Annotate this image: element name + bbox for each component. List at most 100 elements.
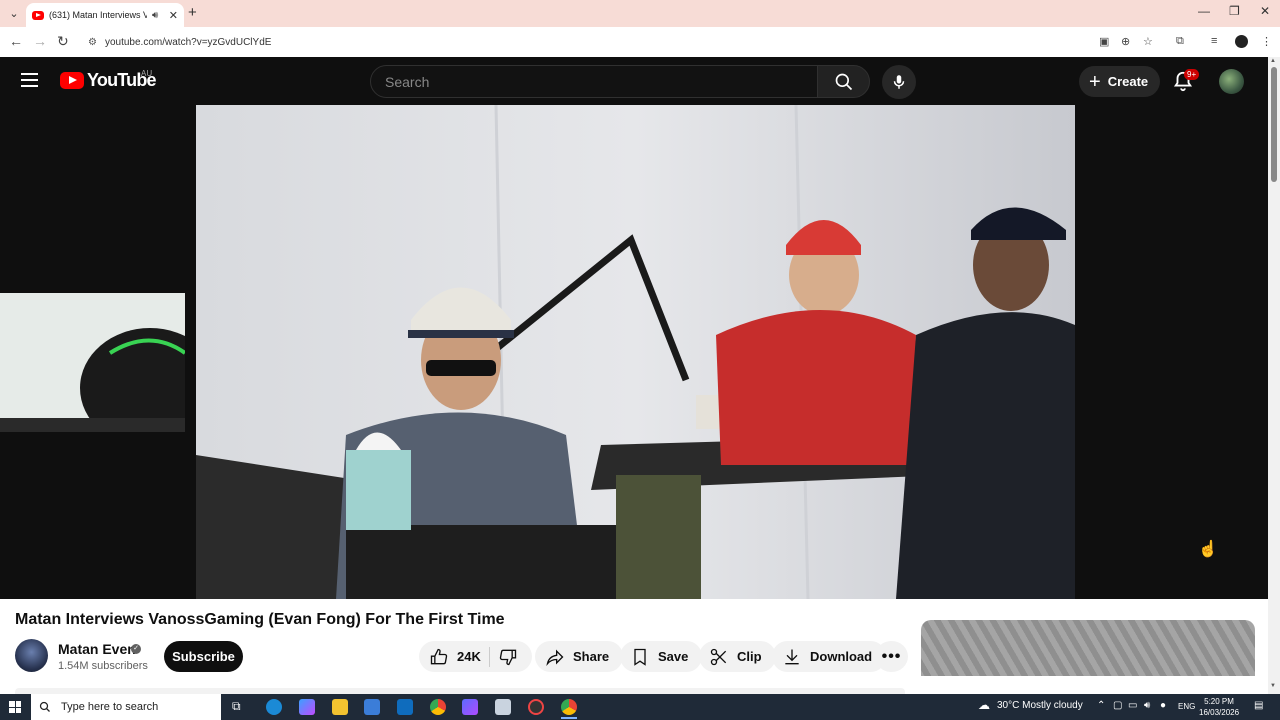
hand-cursor-icon: ☝ xyxy=(1198,541,1218,558)
share-button[interactable]: Share xyxy=(535,641,624,672)
scroll-down-arrow-icon[interactable]: ▼ xyxy=(1270,683,1276,689)
zoom-icon[interactable]: ⊕ xyxy=(1121,35,1130,48)
app-icon-grey[interactable] xyxy=(495,699,511,715)
page-scrollbar[interactable]: ▲ ▼ xyxy=(1268,57,1280,694)
clock-date: 16/03/2026 xyxy=(1199,708,1240,717)
video-title: Matan Interviews VanossGaming (Evan Fong… xyxy=(15,611,505,628)
download-label: Download xyxy=(810,649,873,664)
save-label: Save xyxy=(658,649,689,664)
youtube-page: YouTube AU + Create 9+ xyxy=(0,57,1280,694)
tray-chevron-icon[interactable]: ⌃ xyxy=(1097,700,1105,711)
window-close-button[interactable]: ✕ xyxy=(1260,4,1270,18)
app-icon-purple[interactable] xyxy=(462,699,478,715)
notifications-badge: 9+ xyxy=(1184,69,1200,80)
scrollbar-thumb[interactable] xyxy=(1271,67,1277,182)
taskbar-search-box[interactable]: Type here to search xyxy=(31,694,221,720)
weather-text[interactable]: 30°C Mostly cloudy xyxy=(997,700,1083,711)
clip-label: Clip xyxy=(737,649,762,664)
clip-button[interactable]: Clip xyxy=(699,641,776,672)
more-actions-button[interactable]: ••• xyxy=(875,641,908,672)
account-avatar[interactable] xyxy=(1219,69,1244,94)
windows-taskbar: Type here to search ⧉ ☁ 30°C Mostly clou… xyxy=(0,694,1280,720)
sidebar-thumbnail-caption xyxy=(921,676,1255,694)
voice-search-button[interactable] xyxy=(882,65,916,99)
like-count[interactable]: 24K xyxy=(457,649,481,664)
webcam-image xyxy=(0,293,185,432)
edge-browser-icon[interactable] xyxy=(266,699,282,715)
taskbar-search-icon xyxy=(39,701,50,712)
dislike-thumbs-down-icon[interactable] xyxy=(498,647,518,667)
chrome-icon[interactable] xyxy=(430,699,446,715)
save-button[interactable]: Save xyxy=(620,641,703,672)
subscribe-button[interactable]: Subscribe xyxy=(164,641,243,672)
scroll-up-arrow-icon[interactable]: ▲ xyxy=(1270,58,1276,64)
video-player[interactable] xyxy=(196,105,1075,599)
tab-search-chevron-icon[interactable]: ⌄ xyxy=(6,6,22,22)
download-icon xyxy=(785,649,799,664)
subscriber-count: 1.54M subscribers xyxy=(58,660,148,672)
taskbar-clock[interactable]: 5:20 PM 16/03/2026 xyxy=(1199,696,1239,718)
language-indicator[interactable]: ENG xyxy=(1178,702,1195,711)
tab-audio-icon[interactable]: 🔊︎ xyxy=(152,10,158,21)
network-icon[interactable]: ▭ xyxy=(1128,700,1137,711)
weather-cloud-icon[interactable]: ☁ xyxy=(978,698,990,712)
tab-close-icon[interactable]: ✕ xyxy=(169,9,178,22)
new-tab-button[interactable]: + xyxy=(188,4,197,21)
reload-icon[interactable]: ↻ xyxy=(57,33,69,50)
install-app-icon[interactable]: ▣ xyxy=(1099,35,1109,48)
mail-icon[interactable] xyxy=(397,699,413,715)
window-minimize-button[interactable]: — xyxy=(1198,4,1210,18)
browser-tab-youtube[interactable]: (631) Matan Interviews VanossGaming (Eva… xyxy=(26,3,184,27)
back-arrow-icon[interactable]: ← xyxy=(9,33,23,49)
media-control-icon[interactable]: ≡ xyxy=(1211,35,1217,47)
search-input[interactable] xyxy=(385,73,817,90)
video-details: Matan Interviews VanossGaming (Evan Fong… xyxy=(0,599,1268,694)
copilot-icon[interactable] xyxy=(299,699,315,715)
search-button[interactable] xyxy=(817,65,870,98)
youtube-favicon-icon xyxy=(32,10,44,20)
chrome-active-icon[interactable] xyxy=(561,699,577,715)
like-divider xyxy=(488,646,490,667)
forward-arrow-icon[interactable]: → xyxy=(33,33,47,49)
region-code: AU xyxy=(141,69,153,78)
scissors-icon xyxy=(710,648,727,665)
microphone-tray-icon[interactable]: ● xyxy=(1160,700,1166,711)
obs-icon[interactable] xyxy=(528,699,544,715)
window-maximize-button[interactable]: ❐ xyxy=(1229,4,1240,18)
guide-menu-icon[interactable] xyxy=(21,73,38,87)
site-info-icon[interactable]: ⚙ xyxy=(88,37,97,48)
windows-start-icon[interactable] xyxy=(9,701,21,713)
search-box xyxy=(370,65,818,98)
browser-profile-avatar[interactable] xyxy=(1235,35,1248,48)
task-view-icon[interactable]: ⧉ xyxy=(232,699,248,715)
download-button[interactable]: Download xyxy=(772,641,887,672)
youtube-masthead: YouTube AU + Create 9+ xyxy=(0,57,1268,105)
extensions-puzzle-icon[interactable]: ⧉ xyxy=(1176,35,1184,48)
volume-icon[interactable]: 🔊︎ xyxy=(1144,700,1150,711)
channel-avatar[interactable] xyxy=(15,639,48,672)
browser-toolbar: ← → ↻ ⚙ youtube.com/watch?v=yzGvdUClYdE … xyxy=(0,27,1280,57)
clock-time: 5:20 PM xyxy=(1204,697,1234,706)
address-bar[interactable]: ⚙ youtube.com/watch?v=yzGvdUClYdE xyxy=(80,31,1165,53)
create-button[interactable]: + Create xyxy=(1079,66,1160,97)
like-thumbs-up-icon[interactable] xyxy=(429,647,449,667)
bookmark-star-icon[interactable]: ☆ xyxy=(1143,35,1153,48)
tab-title: (631) Matan Interviews VanossGaming (Eva… xyxy=(49,10,147,20)
webcam-overlay xyxy=(0,293,185,432)
url-text: youtube.com/watch?v=yzGvdUClYdE xyxy=(104,36,272,48)
file-explorer-icon[interactable] xyxy=(332,699,348,715)
microsoft-store-icon[interactable] xyxy=(364,699,380,715)
tray-app-icon[interactable]: ▢ xyxy=(1113,700,1122,711)
plus-icon: + xyxy=(1089,70,1101,93)
youtube-play-logo-icon xyxy=(60,72,84,89)
channel-name[interactable]: Matan Even xyxy=(58,641,136,657)
microphone-icon xyxy=(893,75,905,89)
like-dislike-group: 24K xyxy=(419,641,532,672)
share-arrow-icon xyxy=(546,649,564,666)
active-app-indicator xyxy=(561,717,577,719)
notification-center-icon[interactable]: ▤ xyxy=(1254,700,1263,711)
taskbar-search-placeholder: Type here to search xyxy=(61,701,159,713)
verified-check-icon: ✓ xyxy=(131,644,141,654)
browser-menu-icon[interactable]: ⋮ xyxy=(1261,35,1272,48)
bookmark-icon xyxy=(634,648,646,666)
